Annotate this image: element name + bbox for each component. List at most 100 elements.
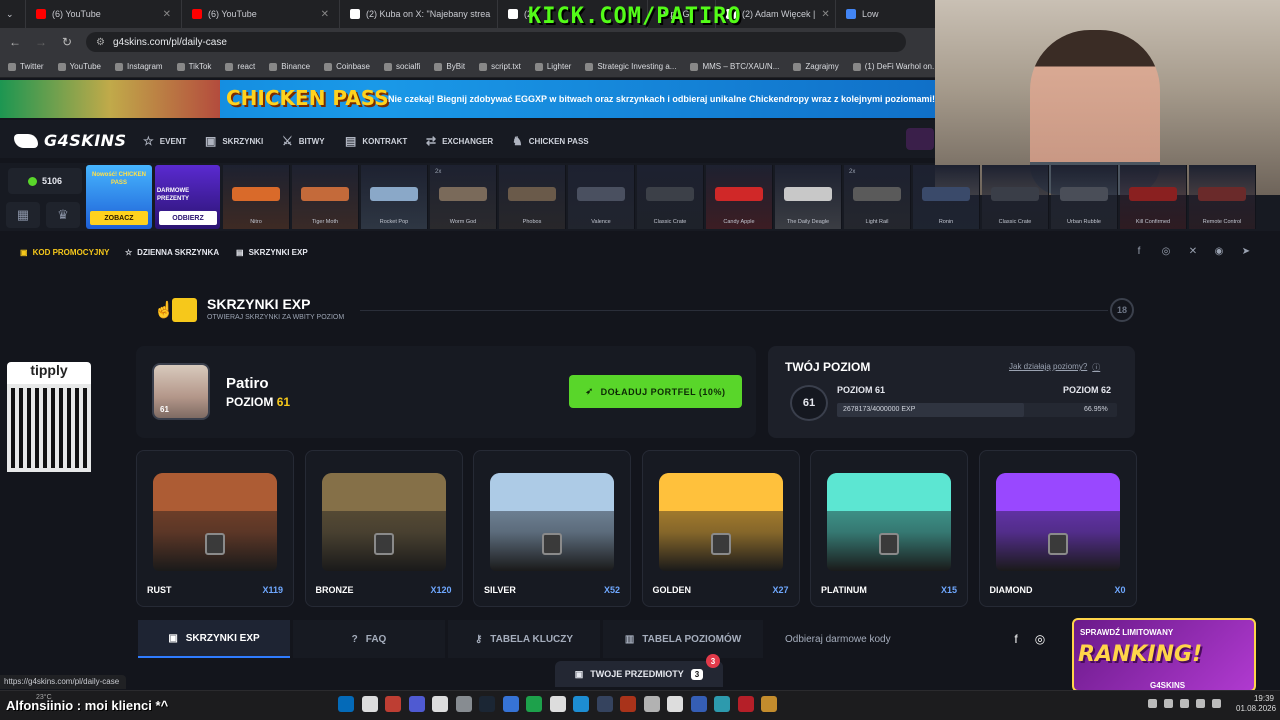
taskbar-app-icon[interactable] (338, 696, 354, 712)
taskbar-app-icon[interactable] (455, 696, 472, 712)
bookmark-item[interactable]: (1) DeFi Warhol on... (852, 62, 939, 71)
taskbar-app-icon[interactable] (596, 696, 613, 712)
case-drop-item[interactable]: Tiger Moth (292, 165, 359, 229)
case-drop-item[interactable]: Rocket Pop (361, 165, 428, 229)
taskbar-app-icon[interactable] (620, 696, 636, 712)
facebook-icon[interactable]: f (1132, 246, 1146, 260)
nav-exchanger[interactable]: ⇄ EXCHANGER (426, 134, 493, 148)
taskbar-app-icon[interactable] (573, 696, 589, 712)
browser-tab[interactable]: (2) Kuba on X: "Najebany strea✕ (340, 0, 498, 28)
taskbar-app-icon[interactable] (385, 696, 401, 712)
case-drop-item[interactable]: The Daily Deagle (775, 165, 842, 229)
url-field[interactable]: ⚙ g4skins.com/pl/daily-case (86, 32, 906, 52)
case-drop-item[interactable]: Phobos (499, 165, 566, 229)
bookmark-item[interactable]: socialfi (383, 62, 420, 71)
case-drop-item[interactable]: Remote Control (1189, 165, 1256, 229)
nav-event[interactable]: ☆ EVENT (143, 134, 186, 148)
grid-view-icon[interactable]: ▦ (6, 202, 40, 228)
case-drop-item[interactable]: Urban Rubble (1051, 165, 1118, 229)
exp-chest-card[interactable]: DIAMOND X0 (978, 450, 1137, 607)
close-tab-icon[interactable]: ✕ (821, 9, 829, 20)
bookmark-item[interactable]: Coinbase (324, 62, 370, 71)
tab-list-button[interactable]: ⌄ (0, 0, 26, 28)
exp-chest-card[interactable]: RUST X119 (136, 450, 294, 607)
bookmark-item[interactable]: MMS – BTC/XAU/N... (690, 62, 779, 71)
browser-tab[interactable]: (6) YouTube ✕ (182, 0, 340, 28)
case-drop-item[interactable]: Classic Crate (982, 165, 1049, 229)
nav-cases[interactable]: ▣ SKRZYNKI (205, 134, 263, 148)
system-clock[interactable]: 19:39 01.08.2026 (1236, 694, 1276, 714)
case-drop-item[interactable]: Kill Confirmed (1120, 165, 1187, 229)
nav-chicken-pass[interactable]: ♞ CHICKEN PASS (512, 134, 589, 148)
bookmark-item[interactable]: Strategic Investing a... (585, 62, 676, 71)
nav-battles[interactable]: ⚔ BITWY (282, 134, 325, 148)
bookmark-item[interactable]: TikTok (176, 62, 211, 71)
user-wallet-button[interactable] (906, 128, 934, 150)
battery-icon[interactable] (1212, 699, 1221, 708)
taskbar-app-icon[interactable] (408, 696, 425, 712)
microphone-icon[interactable] (1164, 699, 1173, 708)
taskbar-app-icon[interactable] (667, 696, 683, 712)
balance-display[interactable]: 5106 (8, 168, 82, 194)
case-drop-item[interactable]: Valence (568, 165, 635, 229)
taskbar-app-icon[interactable] (714, 696, 730, 712)
network-icon[interactable] (1180, 699, 1189, 708)
tab-levels-table[interactable]: ▥ TABELA POZIOMÓW (603, 620, 763, 658)
browser-tab[interactable]: Low (836, 0, 936, 28)
browser-tab[interactable]: (6) YouTube ✕ (26, 0, 182, 28)
exp-chest-card[interactable]: GOLDEN X27 (641, 450, 800, 607)
taskbar-app-icon[interactable] (432, 696, 448, 712)
taskbar-app-icon[interactable] (761, 696, 777, 712)
promo-see-button[interactable]: ZOBACZ (90, 211, 148, 225)
tray-chevron-icon[interactable] (1148, 699, 1157, 708)
taskbar-app-icon[interactable] (690, 696, 707, 712)
bookmark-item[interactable]: YouTube (57, 62, 101, 71)
bookmark-item[interactable]: script.txt (479, 62, 521, 71)
bookmark-item[interactable]: Zagrajmy (793, 62, 839, 71)
taskbar-app-icon[interactable] (526, 696, 542, 712)
crown-icon[interactable]: ♛ (46, 202, 80, 228)
forward-icon[interactable]: → (34, 35, 48, 49)
bookmark-item[interactable]: Lighter (534, 62, 571, 71)
site-info-icon[interactable]: ⚙ (96, 37, 105, 48)
top-up-wallet-button[interactable]: ➶ DOŁADUJ PORTFEL (10%) (569, 375, 742, 408)
reload-icon[interactable]: ↻ (60, 35, 74, 49)
taskbar-app-icon[interactable] (479, 696, 495, 712)
taskbar-app-icon[interactable] (502, 696, 519, 712)
promo-free-gifts[interactable]: DARMOWE PREZENTY ODBIERZ (155, 165, 220, 229)
tab-exp-cases[interactable]: ▣ SKRZYNKI EXP (138, 620, 290, 658)
discord-icon[interactable]: ◉ (1212, 246, 1226, 260)
subnav-promo-code[interactable]: ▣ KOD PROMOCYJNY (20, 248, 109, 257)
taskbar-app-icon[interactable] (643, 696, 660, 712)
promo-chicken-pass[interactable]: Nowość! CHICKEN PASS ZOBACZ (86, 165, 152, 229)
x-social-icon[interactable]: ✕ (1186, 246, 1200, 260)
bookmark-item[interactable]: Instagram (115, 62, 163, 71)
taskbar-app-icon[interactable] (549, 696, 566, 712)
exp-chest-card[interactable]: BRONZE X120 (304, 450, 463, 607)
instagram-icon[interactable]: ◎ (1159, 246, 1173, 260)
bookmark-item[interactable]: Binance (269, 62, 310, 71)
bookmark-item[interactable]: ByBit (434, 62, 465, 71)
bookmark-item[interactable]: react (225, 62, 255, 71)
case-drop-item[interactable]: Candy Apple (706, 165, 773, 229)
facebook-icon[interactable]: f (1009, 632, 1023, 646)
promo-claim-button[interactable]: ODBIERZ (159, 211, 217, 225)
exp-chest-card[interactable]: PLATINUM X15 (810, 450, 968, 607)
close-tab-icon[interactable]: ✕ (163, 9, 171, 20)
how-levels-work-link[interactable]: Jak działają poziomy? ⓘ (1009, 362, 1100, 373)
taskbar-app-icon[interactable] (737, 696, 754, 712)
bookmark-item[interactable]: Twitter (8, 62, 44, 71)
subnav-exp-cases[interactable]: ▤ SKRZYNKI EXP (236, 248, 308, 257)
subnav-daily-case[interactable]: ☆ DZIENNA SKRZYNKA (125, 248, 219, 257)
close-tab-icon[interactable]: ✕ (321, 9, 329, 20)
telegram-icon[interactable]: ➤ (1239, 246, 1253, 260)
volume-icon[interactable] (1196, 699, 1205, 708)
your-items-button[interactable]: ▣ TWOJE PRZEDMIOTY 3 3 (555, 654, 723, 687)
exp-chest-card[interactable]: SILVER X52 (473, 450, 631, 607)
case-drop-item[interactable]: Nitro (223, 165, 290, 229)
g4skins-logo[interactable]: G4SKINS (14, 131, 127, 150)
case-drop-item[interactable]: Ronin (913, 165, 980, 229)
back-icon[interactable]: ← (8, 35, 22, 49)
taskbar-app-icon[interactable] (361, 696, 378, 712)
instagram-icon[interactable]: ◎ (1033, 632, 1047, 646)
